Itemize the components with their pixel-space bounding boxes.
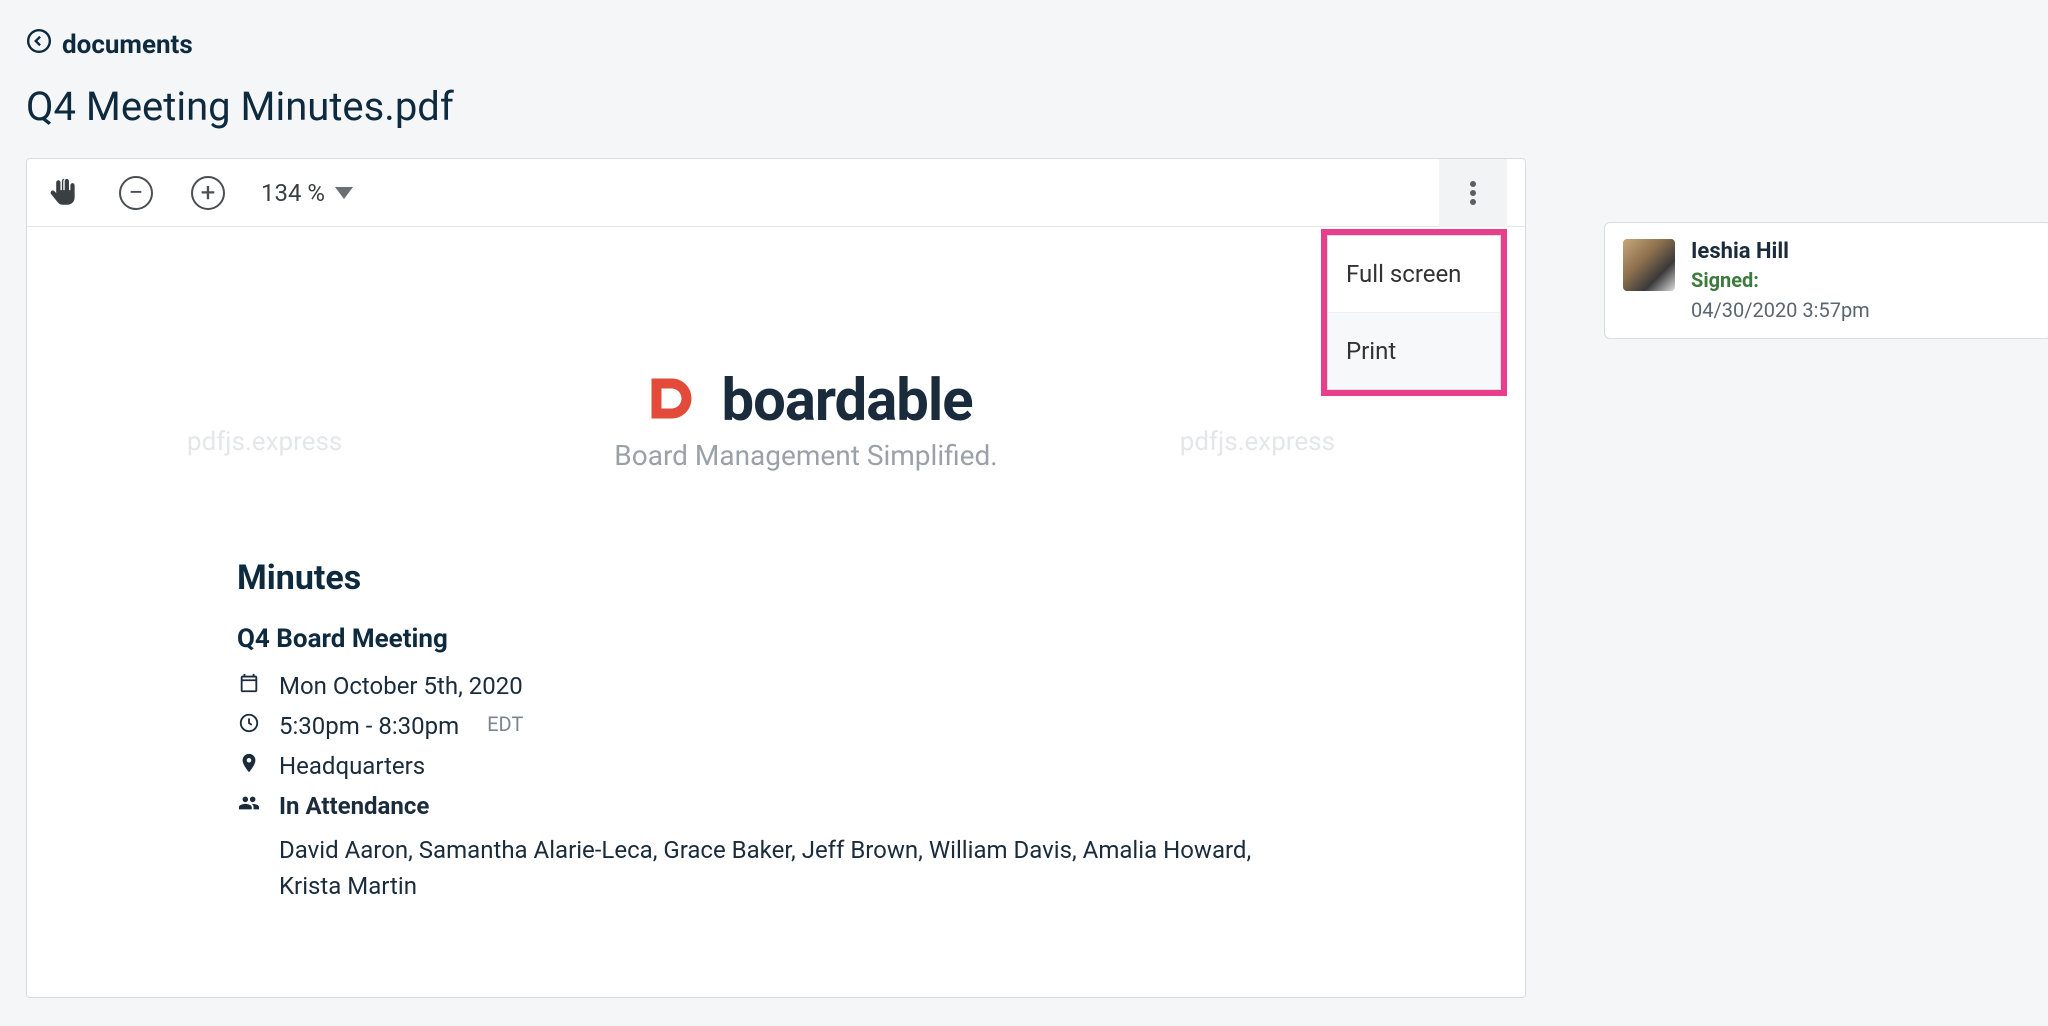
zoom-level-dropdown[interactable]: 134 % bbox=[261, 179, 353, 207]
meeting-title: Q4 Board Meeting bbox=[237, 624, 1405, 654]
calendar-icon bbox=[237, 672, 261, 694]
watermark-left: pdfjs.express bbox=[187, 427, 342, 457]
zoom-level-value: 134 % bbox=[261, 179, 325, 207]
meeting-location: Headquarters bbox=[279, 752, 425, 780]
more-menu-dropdown: Full screen Print bbox=[1321, 229, 1507, 396]
pan-hand-icon[interactable] bbox=[45, 174, 83, 212]
signer-timestamp: 04/30/2020 3:57pm bbox=[1691, 298, 2033, 322]
zoom-out-button[interactable]: − bbox=[117, 174, 155, 212]
location-pin-icon bbox=[237, 752, 261, 774]
people-icon bbox=[237, 792, 261, 814]
menu-item-fullscreen[interactable]: Full screen bbox=[1328, 236, 1500, 313]
signer-status: Signed: bbox=[1691, 268, 2033, 292]
meeting-location-row: Headquarters bbox=[237, 752, 1405, 780]
breadcrumb[interactable]: documents bbox=[26, 28, 1526, 61]
breadcrumb-label: documents bbox=[62, 30, 193, 60]
attendance-label: In Attendance bbox=[279, 792, 429, 820]
pdf-viewer: − + 134 % Full s bbox=[26, 158, 1526, 998]
viewer-toolbar: − + 134 % Full s bbox=[27, 159, 1525, 227]
more-menu-button[interactable]: Full screen Print bbox=[1439, 159, 1507, 227]
signer-name: Ieshia Hill bbox=[1691, 239, 2033, 264]
watermark-right: pdfjs.express bbox=[1180, 427, 1335, 457]
clock-icon bbox=[237, 712, 261, 734]
signer-card: Ieshia Hill Signed: 04/30/2020 3:57pm bbox=[1604, 222, 2048, 339]
zoom-in-button[interactable]: + bbox=[189, 174, 227, 212]
back-arrow-icon bbox=[26, 28, 52, 61]
meeting-date: Mon October 5th, 2020 bbox=[279, 672, 523, 700]
attendees-list: David Aaron, Samantha Alarie-Leca, Grace… bbox=[279, 832, 1259, 904]
meeting-time: 5:30pm - 8:30pm bbox=[279, 712, 459, 740]
attendance-row: In Attendance bbox=[237, 792, 1405, 820]
minutes-heading: Minutes bbox=[237, 558, 1405, 598]
meeting-time-row: 5:30pm - 8:30pm EDT bbox=[237, 712, 1405, 740]
page-title: Q4 Meeting Minutes.pdf bbox=[26, 83, 1526, 130]
menu-item-print[interactable]: Print bbox=[1328, 313, 1500, 389]
meeting-timezone: EDT bbox=[487, 712, 523, 736]
boardable-logo-icon bbox=[639, 371, 699, 431]
meeting-date-row: Mon October 5th, 2020 bbox=[237, 672, 1405, 700]
avatar bbox=[1623, 239, 1675, 291]
document-page: pdfjs.express pdfjs.express boardable Bo… bbox=[27, 227, 1525, 997]
chevron-down-icon bbox=[335, 187, 353, 199]
brand-name: boardable bbox=[721, 367, 972, 435]
